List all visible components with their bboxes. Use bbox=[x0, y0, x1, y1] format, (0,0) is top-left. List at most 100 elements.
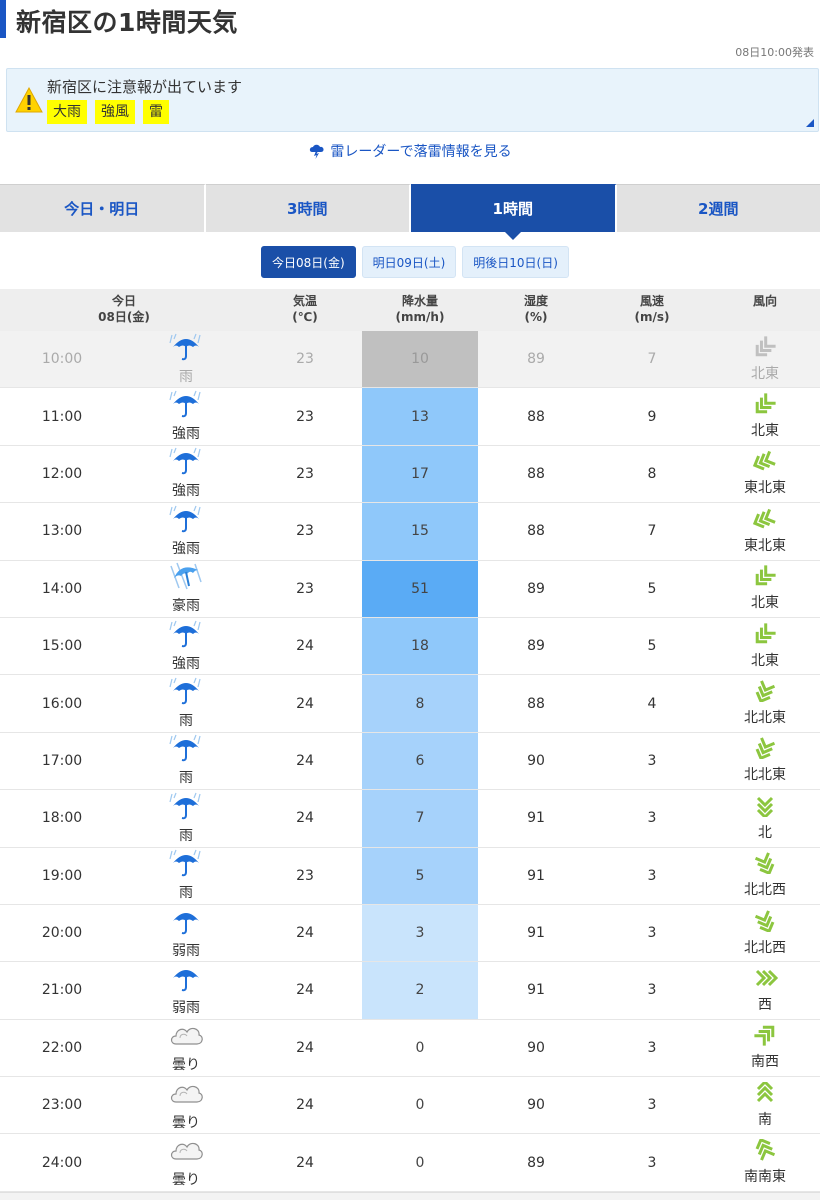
row-wind-speed: 9 bbox=[647, 408, 657, 425]
row-precip: 18 bbox=[362, 617, 478, 675]
wind-direction-icon bbox=[752, 795, 778, 821]
row-precip: 8 bbox=[362, 675, 478, 732]
row-wind-dir: 東北東 bbox=[710, 503, 820, 559]
wind-direction-icon bbox=[752, 565, 778, 591]
row-humidity: 89 bbox=[527, 1154, 545, 1171]
row-temp: 24 bbox=[296, 695, 314, 712]
issued-time: 08日10:00発表 bbox=[735, 46, 814, 59]
row-wind-dir: 南 bbox=[710, 1077, 820, 1133]
tab-3-hours[interactable]: 3時間 bbox=[205, 184, 411, 232]
thunder-radar-link[interactable]: 雷レーダーで落雷情報を見る bbox=[0, 141, 820, 161]
row-weather: 雨 bbox=[124, 675, 248, 731]
row-humidity: 91 bbox=[527, 810, 545, 827]
row-wind-speed: 3 bbox=[647, 1154, 657, 1171]
row-time: 21:00 bbox=[41, 982, 83, 999]
row-time: 22:00 bbox=[41, 1039, 83, 1056]
hourly-table: 10:00 雨 23 10 89 7 北東 11:00 強雨 23 13 88 9 北東 12:00 強雨 23… bbox=[0, 331, 820, 1192]
umbrella-rain-icon bbox=[169, 792, 203, 824]
weather-label: 雨 bbox=[179, 713, 193, 730]
row-time: 16:00 bbox=[41, 695, 83, 712]
table-row: 11:00 強雨 23 13 88 9 北東 bbox=[0, 388, 820, 446]
wind-direction-icon bbox=[752, 508, 778, 534]
warning-tags: 大雨 強風 雷 bbox=[47, 100, 169, 124]
table-row: 15:00 強雨 24 18 89 5 北東 bbox=[0, 617, 820, 676]
day-button-tomorrow[interactable]: 明日09日(土) bbox=[361, 246, 457, 278]
wind-direction-icon bbox=[752, 336, 778, 362]
umbrella-rain-icon bbox=[169, 734, 203, 766]
umbrella-icon bbox=[169, 907, 203, 939]
row-temp: 23 bbox=[296, 523, 314, 540]
tab-2-weeks[interactable]: 2週間 bbox=[616, 184, 820, 232]
row-humidity: 90 bbox=[527, 1097, 545, 1114]
wind-direction-icon bbox=[752, 393, 778, 419]
table-row: 19:00 雨 23 5 91 3 北北西 bbox=[0, 847, 820, 905]
row-wind-dir: 北東 bbox=[710, 331, 820, 387]
wind-direction-icon bbox=[752, 623, 778, 649]
row-time: 10:00 bbox=[41, 351, 83, 368]
row-precip: 5 bbox=[362, 847, 478, 904]
row-weather: 曇り bbox=[124, 1077, 248, 1133]
day-button-today[interactable]: 今日08日(金) bbox=[261, 246, 356, 278]
row-precip: 6 bbox=[362, 732, 478, 790]
row-wind-speed: 5 bbox=[647, 638, 657, 655]
table-row: 17:00 雨 24 6 90 3 北北東 bbox=[0, 732, 820, 791]
row-weather: 雨 bbox=[124, 790, 248, 846]
wind-direction-label: 南西 bbox=[751, 1054, 779, 1071]
table-row: 24:00 曇り 24 0 89 3 南南東 bbox=[0, 1134, 820, 1192]
row-humidity: 90 bbox=[527, 1039, 545, 1056]
expand-corner-icon[interactable] bbox=[806, 119, 814, 127]
wind-direction-label: 北北東 bbox=[744, 767, 786, 784]
tab-today-tomorrow[interactable]: 今日・明日 bbox=[0, 184, 206, 232]
wind-direction-icon bbox=[752, 1137, 778, 1165]
wind-direction-label: 北東 bbox=[751, 365, 779, 382]
row-temp: 24 bbox=[296, 810, 314, 827]
row-wind-speed: 7 bbox=[647, 351, 657, 368]
header-wind-dir: 風向 bbox=[752, 294, 777, 308]
row-temp: 23 bbox=[296, 408, 314, 425]
row-weather: 雨 bbox=[124, 848, 248, 904]
row-weather: 雨 bbox=[124, 331, 248, 387]
row-humidity: 88 bbox=[527, 695, 545, 712]
weather-label: 雨 bbox=[179, 827, 193, 844]
row-humidity: 91 bbox=[527, 925, 545, 942]
row-weather: 弱雨 bbox=[124, 905, 248, 961]
row-temp: 24 bbox=[296, 982, 314, 999]
row-precip: 2 bbox=[362, 962, 478, 1019]
row-time: 23:00 bbox=[41, 1097, 83, 1114]
header-humidity: 湿度 (%) bbox=[523, 294, 548, 324]
row-precip: 0 bbox=[415, 1097, 425, 1114]
row-precip: 13 bbox=[362, 388, 478, 445]
day-button-day-after[interactable]: 明後日10日(日) bbox=[462, 246, 569, 278]
row-wind-dir: 北北西 bbox=[710, 848, 820, 904]
header-precip: 降水量 (mm/h) bbox=[395, 294, 445, 324]
wind-direction-label: 西 bbox=[758, 996, 772, 1013]
row-precip: 15 bbox=[362, 503, 478, 560]
tab-1-hour[interactable]: 1時間 bbox=[411, 184, 617, 240]
title-accent-bar bbox=[0, 0, 6, 38]
row-wind-dir: 北北東 bbox=[710, 733, 820, 789]
row-wind-dir: 北北西 bbox=[710, 905, 820, 961]
weather-label: 雨 bbox=[179, 368, 193, 385]
wind-direction-label: 東北東 bbox=[744, 537, 786, 554]
warning-panel[interactable]: 新宿区に注意報が出ています 大雨 強風 雷 bbox=[6, 68, 819, 132]
row-time: 24:00 bbox=[41, 1154, 83, 1171]
row-humidity: 88 bbox=[527, 408, 545, 425]
row-weather: 曇り bbox=[124, 1020, 248, 1076]
row-time: 11:00 bbox=[41, 408, 83, 425]
page-header: 新宿区の1時間天気 bbox=[0, 0, 820, 40]
warning-icon bbox=[15, 87, 43, 113]
table-row: 10:00 雨 23 10 89 7 北東 bbox=[0, 331, 820, 389]
row-temp: 24 bbox=[296, 925, 314, 942]
row-temp: 24 bbox=[296, 1154, 314, 1171]
warning-title: 新宿区に注意報が出ています bbox=[47, 78, 243, 96]
table-row: 20:00 弱雨 24 3 91 3 北北西 bbox=[0, 904, 820, 963]
cloud-icon bbox=[169, 1136, 203, 1168]
weather-label: 強雨 bbox=[172, 426, 200, 443]
row-time: 20:00 bbox=[41, 925, 83, 942]
row-precip: 0 bbox=[415, 1154, 425, 1171]
row-wind-dir: 南南東 bbox=[710, 1134, 820, 1190]
row-precip: 10 bbox=[362, 331, 478, 388]
row-wind-speed: 3 bbox=[647, 810, 657, 827]
wind-direction-icon bbox=[752, 967, 779, 993]
wind-direction-icon bbox=[752, 1079, 778, 1108]
